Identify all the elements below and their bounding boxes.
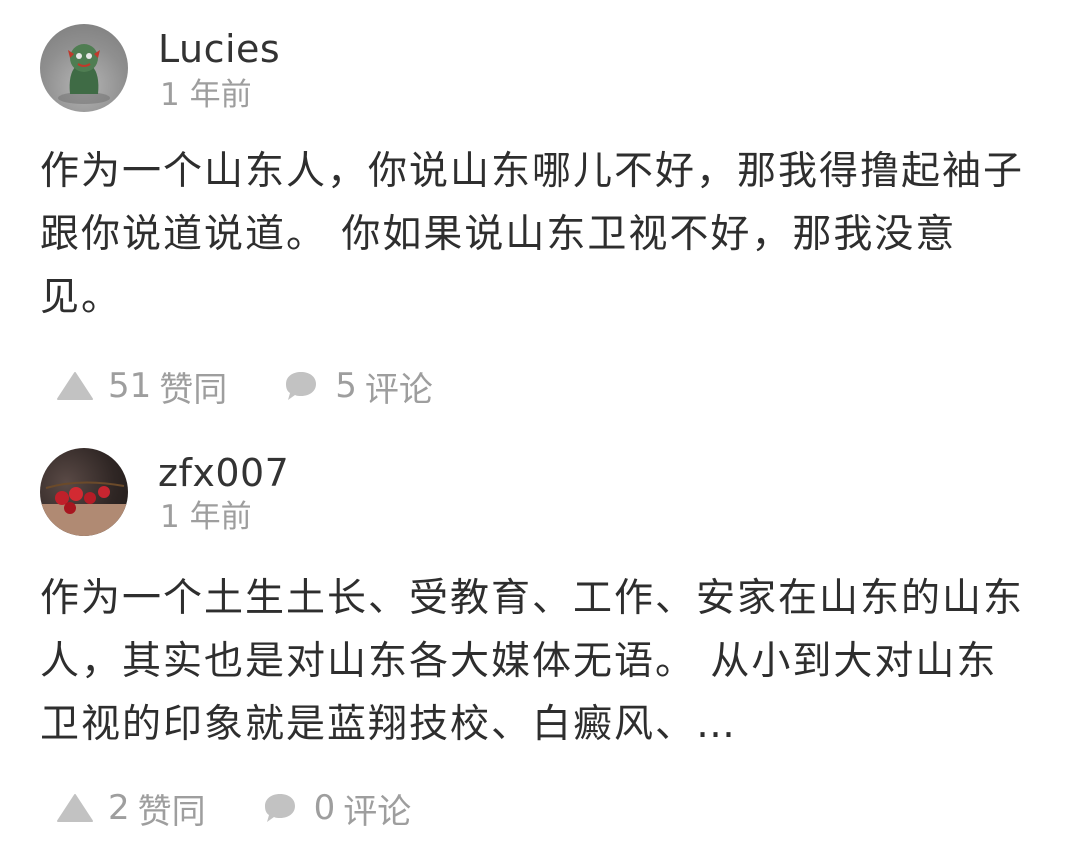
- comment-count: 0: [313, 788, 336, 828]
- avatar[interactable]: [40, 448, 128, 536]
- username[interactable]: Lucies: [158, 30, 280, 68]
- upvote-triangle-icon: [57, 372, 93, 400]
- avatar-photo-icon: [40, 481, 128, 536]
- like-count: 2: [108, 788, 130, 828]
- comment-card: zfx007 1 年前 作为一个土生土长、受教育、工作、安家在山东的山东人，其实…: [0, 430, 1080, 856]
- username[interactable]: zfx007: [158, 454, 289, 492]
- comment-actions: 2 赞同 0 评论: [56, 784, 412, 833]
- comment-content[interactable]: 作为一个土生土长、受教育、工作、安家在山东的山东人，其实也是对山东各大媒体无语。…: [40, 567, 1030, 756]
- comment-button[interactable]: 5 评论: [283, 362, 433, 411]
- comment-content[interactable]: 作为一个山东人，你说山东哪儿不好，那我得撸起袖子跟你说道说道。 你如果说山东卫视…: [40, 140, 1030, 329]
- upvote-triangle-icon: [57, 794, 93, 822]
- comment-button[interactable]: 0 评论: [262, 784, 412, 833]
- comment-label: 评论: [364, 369, 433, 410]
- timestamp: 1 年前: [160, 77, 252, 113]
- comment-card: Lucies 1 年前 作为一个山东人，你说山东哪儿不好，那我得撸起袖子跟你说道…: [0, 0, 1080, 430]
- comment-label: 评论: [343, 791, 412, 832]
- avatar[interactable]: [40, 24, 128, 112]
- like-button[interactable]: 51 赞同: [56, 362, 227, 411]
- speech-bubble-icon: [264, 794, 295, 822]
- avatar-figure-icon: [58, 44, 110, 104]
- like-button[interactable]: 2 赞同: [56, 784, 206, 833]
- like-label: 赞同: [159, 369, 228, 410]
- like-count: 51: [108, 366, 152, 406]
- timestamp: 1 年前: [160, 499, 252, 535]
- comment-actions: 51 赞同 5 评论: [56, 362, 433, 411]
- comment-count: 5: [335, 366, 357, 406]
- like-label: 赞同: [137, 791, 206, 832]
- speech-bubble-icon: [286, 372, 317, 400]
